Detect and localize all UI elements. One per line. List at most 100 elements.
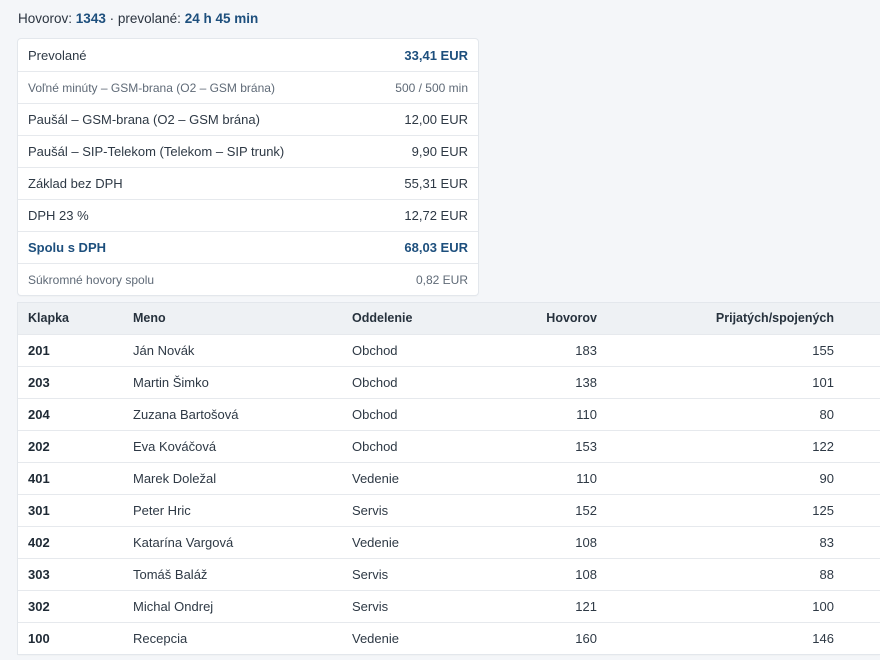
cell-spacer [844, 589, 880, 622]
table-row[interactable]: 201 Ján Novák Obchod 183 155 [18, 333, 880, 366]
cell-spacer [844, 525, 880, 558]
cell-answered: 101 [607, 365, 844, 398]
cell-answered: 80 [607, 397, 844, 430]
column-header-extension[interactable]: Klapka [18, 303, 123, 334]
cell-extension: 202 [18, 429, 123, 462]
cell-calls: 138 [482, 365, 607, 398]
cost-row-private: Súkromné hovory spolu 0,82 EUR [18, 263, 478, 295]
cost-value: 12,00 EUR [404, 112, 468, 127]
cell-calls: 152 [482, 493, 607, 526]
cell-spacer [844, 365, 880, 398]
cell-name: Martin Šimko [123, 365, 342, 398]
cost-label: Základ bez DPH [28, 176, 123, 191]
table-row[interactable]: 302 Michal Ondrej Servis 121 100 [18, 589, 880, 622]
cell-answered: 88 [607, 557, 844, 590]
table-body: 201 Ján Novák Obchod 183 155 203 Martin Šimko O… [18, 333, 880, 654]
cell-spacer [844, 429, 880, 462]
cost-row-total: Spolu s DPH 68,03 EUR [18, 231, 478, 263]
extensions-table-container: Klapka Meno Oddelenie Hovorov Prijatých/… [18, 303, 880, 654]
column-header-answered[interactable]: Prijatých/spojených [607, 303, 844, 334]
cell-spacer [844, 557, 880, 590]
cell-answered: 155 [607, 333, 844, 366]
duration-value: 24 h 45 min [184, 11, 259, 26]
cell-spacer [844, 621, 880, 654]
cell-department: Obchod [342, 397, 482, 430]
cell-extension: 204 [18, 397, 123, 430]
cell-extension: 401 [18, 461, 123, 494]
cell-extension: 402 [18, 525, 123, 558]
cell-name: Recepcia [123, 621, 342, 654]
cell-name: Zuzana Bartošová [123, 397, 342, 430]
cost-value: 68,03 EUR [404, 240, 468, 255]
cost-row-flat-sip: Paušál – SIP-Telekom (Telekom – SIP trun… [18, 135, 478, 167]
cell-name: Marek Doležal [123, 461, 342, 494]
cell-spacer [844, 493, 880, 526]
table-row[interactable]: 303 Tomáš Baláž Servis 108 88 [18, 557, 880, 590]
cost-row-flat-gsm: Paušál – GSM-brana (O2 – GSM brána) 12,0… [18, 103, 478, 135]
cell-name: Eva Kováčová [123, 429, 342, 462]
cell-answered: 100 [607, 589, 844, 622]
table-row[interactable]: 100 Recepcia Vedenie 160 146 [18, 621, 880, 654]
cost-label: Prevolané [28, 47, 87, 63]
table-row[interactable]: 204 Zuzana Bartošová Obchod 110 80 [18, 397, 880, 430]
cost-row-free-minutes: Voľné minúty – GSM-brana (O2 – GSM brána… [18, 71, 478, 103]
cell-calls: 121 [482, 589, 607, 622]
cell-name: Michal Ondrej [123, 589, 342, 622]
cell-department: Vedenie [342, 461, 482, 494]
cell-name: Tomáš Baláž [123, 557, 342, 590]
cell-calls: 183 [482, 333, 607, 366]
column-header-name[interactable]: Meno [123, 303, 342, 334]
table-row[interactable]: 202 Eva Kováčová Obchod 153 122 [18, 429, 880, 462]
cell-spacer [844, 461, 880, 494]
cost-summary-card: Prevolané 33,41 EUR Voľné minúty – GSM-b… [18, 39, 478, 295]
cell-spacer [844, 397, 880, 430]
cost-value: 500 / 500 min [395, 80, 468, 95]
cell-answered: 83 [607, 525, 844, 558]
cell-calls: 160 [482, 621, 607, 654]
cell-extension: 203 [18, 365, 123, 398]
cell-department: Obchod [342, 333, 482, 366]
cell-department: Vedenie [342, 525, 482, 558]
calls-summary: Hovorov: 1343 · prevolané: 24 h 45 min [18, 11, 258, 26]
cell-extension: 201 [18, 333, 123, 366]
duration-label: prevolané: [117, 11, 181, 26]
cost-row-called: Prevolané 33,41 EUR [18, 39, 478, 71]
table-row[interactable]: 203 Martin Šimko Obchod 138 101 [18, 365, 880, 398]
cell-extension: 302 [18, 589, 123, 622]
table-header-row: Klapka Meno Oddelenie Hovorov Prijatých/… [18, 303, 880, 334]
table-row[interactable]: 301 Peter Hric Servis 152 125 [18, 493, 880, 526]
cell-calls: 110 [482, 397, 607, 430]
cell-answered: 146 [607, 621, 844, 654]
calls-label: Hovorov: [18, 11, 73, 26]
cell-calls: 108 [482, 557, 607, 590]
cell-department: Servis [342, 589, 482, 622]
column-header-calls[interactable]: Hovorov [482, 303, 607, 334]
cell-spacer [844, 333, 880, 366]
cost-label: Voľné minúty – GSM-brana (O2 – GSM brána… [28, 80, 275, 95]
cell-department: Vedenie [342, 621, 482, 654]
cell-extension: 303 [18, 557, 123, 590]
cell-name: Peter Hric [123, 493, 342, 526]
cost-label: Paušál – GSM-brana (O2 – GSM brána) [28, 112, 260, 127]
cell-calls: 110 [482, 461, 607, 494]
cell-department: Servis [342, 557, 482, 590]
cell-department: Obchod [342, 365, 482, 398]
cell-extension: 301 [18, 493, 123, 526]
cost-label: DPH 23 % [28, 208, 89, 223]
cost-label: Súkromné hovory spolu [28, 272, 155, 287]
cell-name: Ján Novák [123, 333, 342, 366]
cell-department: Servis [342, 493, 482, 526]
cost-row-vat: DPH 23 % 12,72 EUR [18, 199, 478, 231]
cell-answered: 122 [607, 429, 844, 462]
table-row[interactable]: 401 Marek Doležal Vedenie 110 90 [18, 461, 880, 494]
cell-answered: 90 [607, 461, 844, 494]
cost-value: 33,41 EUR [404, 47, 468, 63]
cell-extension: 100 [18, 621, 123, 654]
cost-label: Paušál – SIP-Telekom (Telekom – SIP trun… [28, 144, 285, 159]
cost-value: 12,72 EUR [404, 208, 468, 223]
calls-count: 1343 [75, 11, 106, 26]
column-header-spacer [844, 303, 880, 334]
cost-row-base: Základ bez DPH 55,31 EUR [18, 167, 478, 199]
column-header-department[interactable]: Oddelenie [342, 303, 482, 334]
table-row[interactable]: 402 Katarína Vargová Vedenie 108 83 [18, 525, 880, 558]
